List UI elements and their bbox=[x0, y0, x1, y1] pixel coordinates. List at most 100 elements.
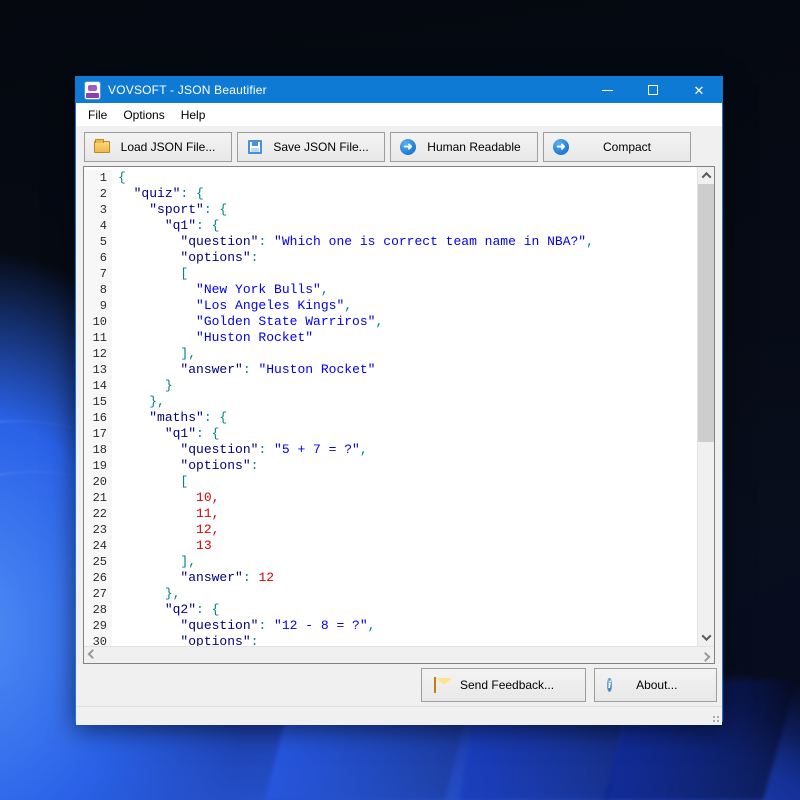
maximize-icon bbox=[648, 85, 658, 95]
maximize-button[interactable] bbox=[630, 77, 676, 103]
code-line[interactable]: 16 "maths": { bbox=[84, 410, 697, 426]
code-line[interactable]: 2 "quiz": { bbox=[84, 186, 697, 202]
save-floppy-icon bbox=[246, 140, 264, 154]
menu-help[interactable]: Help bbox=[173, 105, 214, 125]
code-line[interactable]: 9 "Los Angeles Kings", bbox=[84, 298, 697, 314]
resize-grip-icon[interactable] bbox=[711, 714, 720, 723]
load-json-file-button[interactable]: Load JSON File... bbox=[84, 132, 232, 162]
code-line[interactable]: 6 "options": bbox=[84, 250, 697, 266]
code-text: } bbox=[112, 378, 173, 394]
minimize-button[interactable] bbox=[584, 77, 630, 103]
code-text: [ bbox=[112, 474, 188, 490]
code-line[interactable]: 1{ bbox=[84, 170, 697, 186]
code-line[interactable]: 21 10, bbox=[84, 490, 697, 506]
close-button[interactable]: ✕ bbox=[676, 77, 722, 103]
code-line[interactable]: 25 ], bbox=[84, 554, 697, 570]
code-line[interactable]: 22 11, bbox=[84, 506, 697, 522]
compact-button[interactable]: ➜ Compact bbox=[543, 132, 691, 162]
code-text: "sport": { bbox=[112, 202, 227, 218]
arrow-circle-icon: ➜ bbox=[552, 139, 570, 155]
code-text: "q2": { bbox=[112, 602, 219, 618]
code-line[interactable]: 26 "answer": 12 bbox=[84, 570, 697, 586]
line-number: 9 bbox=[84, 298, 112, 314]
code-text: "question": "5 + 7 = ?", bbox=[112, 442, 368, 458]
code-line[interactable]: 4 "q1": { bbox=[84, 218, 697, 234]
titlebar[interactable]: VOVSOFT - JSON Beautifier ✕ bbox=[76, 77, 722, 103]
code-text: "Huston Rocket" bbox=[112, 330, 313, 346]
code-text: "quiz": { bbox=[112, 186, 204, 202]
chevron-up-icon bbox=[701, 172, 711, 182]
menu-options[interactable]: Options bbox=[115, 105, 172, 125]
line-number: 24 bbox=[84, 538, 112, 554]
code-text: "New York Bulls", bbox=[112, 282, 329, 298]
code-line[interactable]: 8 "New York Bulls", bbox=[84, 282, 697, 298]
line-number: 2 bbox=[84, 186, 112, 202]
scroll-down-button[interactable] bbox=[698, 629, 714, 646]
folder-open-icon bbox=[93, 141, 111, 153]
line-number: 1 bbox=[84, 170, 112, 186]
line-number: 12 bbox=[84, 346, 112, 362]
code-line[interactable]: 3 "sport": { bbox=[84, 202, 697, 218]
horizontal-scrollbar[interactable] bbox=[84, 646, 714, 663]
code-line[interactable]: 23 12, bbox=[84, 522, 697, 538]
window-controls: ✕ bbox=[584, 77, 722, 103]
code-line[interactable]: 5 "question": "Which one is correct team… bbox=[84, 234, 697, 250]
code-line[interactable]: 28 "q2": { bbox=[84, 602, 697, 618]
window-title: VOVSOFT - JSON Beautifier bbox=[108, 83, 267, 97]
code-line[interactable]: 12 ], bbox=[84, 346, 697, 362]
toolbar: Load JSON File... Save JSON File... ➜ Hu… bbox=[76, 127, 722, 166]
code-line[interactable]: 24 13 bbox=[84, 538, 697, 554]
vertical-scroll-thumb[interactable] bbox=[698, 184, 714, 442]
code-text: "options": bbox=[112, 458, 258, 474]
code-line[interactable]: 18 "question": "5 + 7 = ?", bbox=[84, 442, 697, 458]
json-editor[interactable]: 1{2 "quiz": {3 "sport": {4 "q1": {5 "que… bbox=[83, 166, 715, 664]
save-json-file-button[interactable]: Save JSON File... bbox=[237, 132, 385, 162]
line-number: 19 bbox=[84, 458, 112, 474]
code-line[interactable]: 29 "question": "12 - 8 = ?", bbox=[84, 618, 697, 634]
scroll-right-button[interactable] bbox=[697, 647, 714, 663]
code-line[interactable]: 11 "Huston Rocket" bbox=[84, 330, 697, 346]
code-line[interactable]: 17 "q1": { bbox=[84, 426, 697, 442]
vertical-scroll-track[interactable] bbox=[698, 184, 714, 629]
code-line[interactable]: 20 [ bbox=[84, 474, 697, 490]
menubar: File Options Help bbox=[76, 103, 722, 127]
code-line[interactable]: 30 "options": bbox=[84, 634, 697, 646]
code-text: "Los Angeles Kings", bbox=[112, 298, 352, 314]
code-line[interactable]: 19 "options": bbox=[84, 458, 697, 474]
minimize-icon bbox=[602, 90, 613, 91]
code-text: 10, bbox=[112, 490, 219, 506]
human-readable-button[interactable]: ➜ Human Readable bbox=[390, 132, 538, 162]
code-area[interactable]: 1{2 "quiz": {3 "sport": {4 "q1": {5 "que… bbox=[84, 167, 697, 646]
line-number: 13 bbox=[84, 362, 112, 378]
code-line[interactable]: 14 } bbox=[84, 378, 697, 394]
line-number: 8 bbox=[84, 282, 112, 298]
horizontal-scroll-track[interactable] bbox=[101, 647, 697, 663]
scroll-left-button[interactable] bbox=[84, 647, 101, 663]
chevron-down-icon bbox=[701, 631, 711, 641]
line-number: 10 bbox=[84, 314, 112, 330]
code-text: "q1": { bbox=[112, 218, 219, 234]
line-number: 27 bbox=[84, 586, 112, 602]
about-button[interactable]: i About... bbox=[594, 668, 717, 702]
scroll-up-button[interactable] bbox=[698, 167, 714, 184]
line-number: 7 bbox=[84, 266, 112, 282]
code-line[interactable]: 27 }, bbox=[84, 586, 697, 602]
code-text: ], bbox=[112, 554, 196, 570]
code-line[interactable]: 13 "answer": "Huston Rocket" bbox=[84, 362, 697, 378]
code-line[interactable]: 7 [ bbox=[84, 266, 697, 282]
send-feedback-button[interactable]: Send Feedback... bbox=[421, 668, 586, 702]
line-number: 23 bbox=[84, 522, 112, 538]
code-text: 12, bbox=[112, 522, 219, 538]
vertical-scrollbar[interactable] bbox=[697, 167, 714, 646]
code-line[interactable]: 15 }, bbox=[84, 394, 697, 410]
code-text: "options": bbox=[112, 634, 258, 646]
code-line[interactable]: 10 "Golden State Warriros", bbox=[84, 314, 697, 330]
code-text: { bbox=[112, 170, 126, 186]
line-number: 4 bbox=[84, 218, 112, 234]
line-number: 22 bbox=[84, 506, 112, 522]
line-number: 20 bbox=[84, 474, 112, 490]
line-number: 17 bbox=[84, 426, 112, 442]
line-number: 3 bbox=[84, 202, 112, 218]
code-text: "question": "Which one is correct team n… bbox=[112, 234, 594, 250]
menu-file[interactable]: File bbox=[80, 105, 115, 125]
